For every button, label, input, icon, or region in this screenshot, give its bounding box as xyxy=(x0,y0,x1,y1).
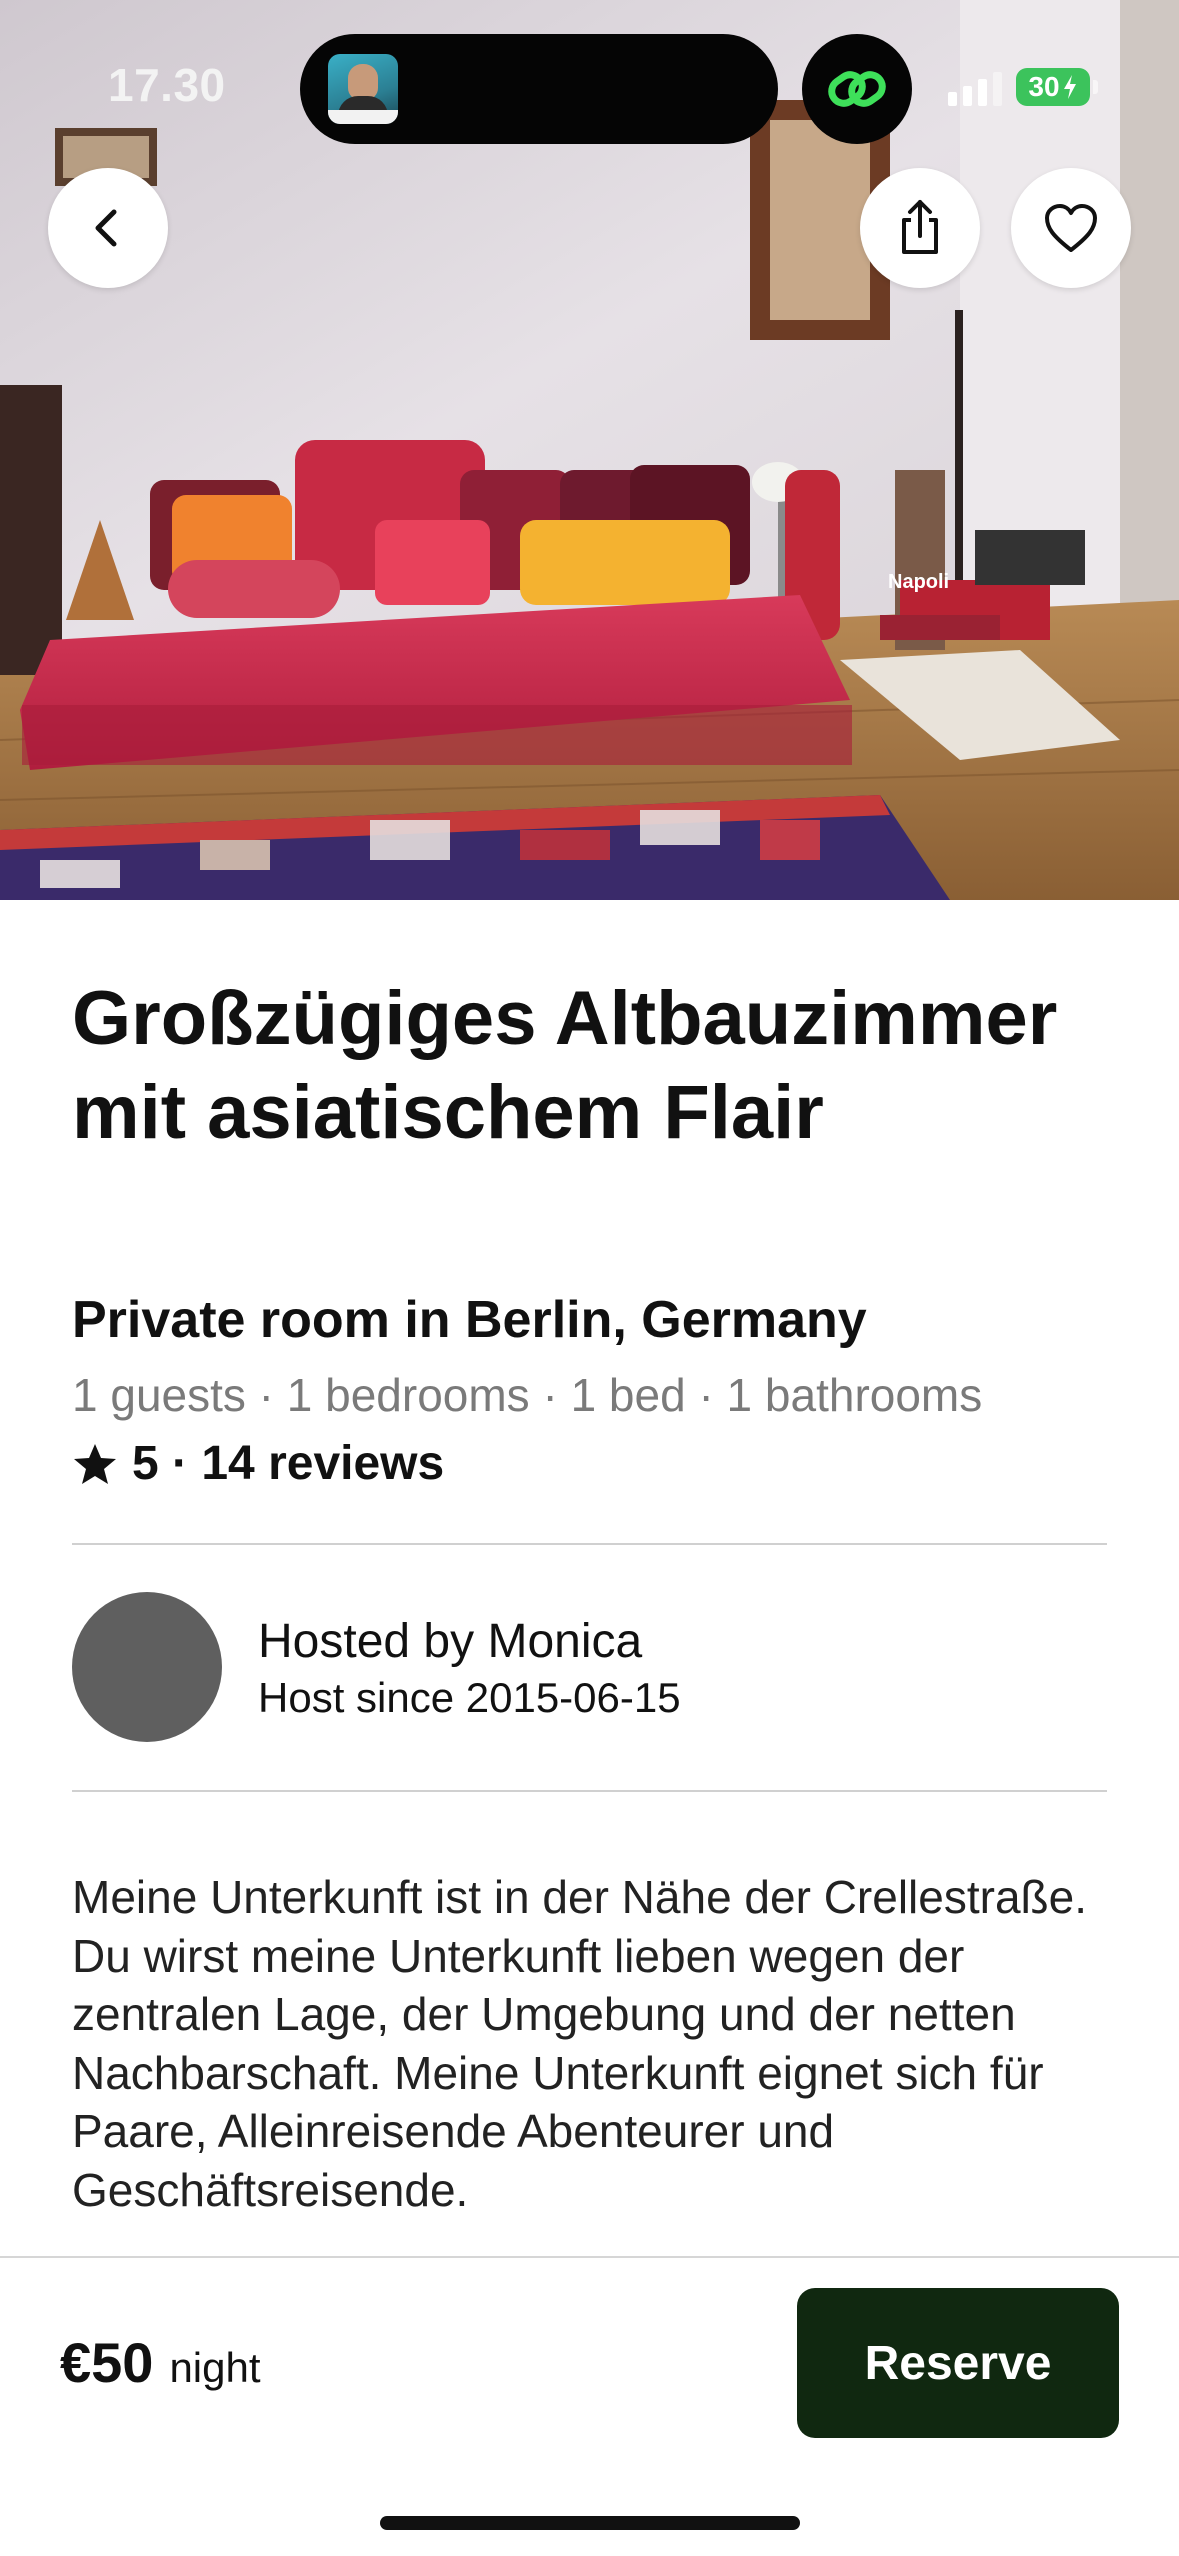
price: €50 night xyxy=(60,2330,261,2395)
now-playing-artwork xyxy=(328,54,398,124)
link-icon xyxy=(828,71,886,107)
star-icon xyxy=(74,1443,116,1484)
charging-bolt-icon xyxy=(1063,75,1076,99)
reserve-button[interactable]: Reserve xyxy=(797,2288,1119,2438)
host-since: Host since 2015-06-15 xyxy=(258,1674,681,1721)
listing-subtitle: Private room in Berlin, Germany xyxy=(72,1291,867,1349)
cellular-signal-icon xyxy=(948,72,1002,106)
listing-title: Großzügiges Altbauzimmer mit asiatischem… xyxy=(72,976,1058,1155)
heart-icon xyxy=(1045,204,1097,252)
link-activity-icon[interactable] xyxy=(802,34,912,144)
battery-icon: 30 xyxy=(1016,68,1090,106)
home-indicator[interactable] xyxy=(380,2516,800,2530)
battery-level: 30 xyxy=(1028,71,1060,102)
battery-tip xyxy=(1093,80,1098,94)
back-button[interactable] xyxy=(48,168,168,288)
listing-description: Meine Unterkunft ist in der Nähe der Cre… xyxy=(72,1871,1087,2216)
favorite-button[interactable] xyxy=(1011,168,1131,288)
dynamic-island[interactable] xyxy=(300,34,778,144)
divider xyxy=(72,1543,1107,1545)
host-name: Hosted by Monica xyxy=(258,1615,643,1668)
price-unit: night xyxy=(169,2344,261,2391)
share-button[interactable] xyxy=(860,168,980,288)
rating-text: 5 · 14 reviews xyxy=(132,1437,445,1490)
wall-sign: Napoli xyxy=(888,571,949,593)
rating[interactable]: 5 · 14 reviews xyxy=(72,1436,444,1491)
price-amount: €50 xyxy=(60,2331,154,2394)
status-time: 17.30 xyxy=(108,59,226,111)
host-avatar[interactable] xyxy=(72,1592,222,1742)
chevron-left-icon xyxy=(95,209,117,247)
divider xyxy=(72,1790,1107,1792)
listing-details: 1 guests · 1 bedrooms · 1 bed · 1 bathro… xyxy=(72,1369,983,1421)
share-icon xyxy=(902,200,938,254)
